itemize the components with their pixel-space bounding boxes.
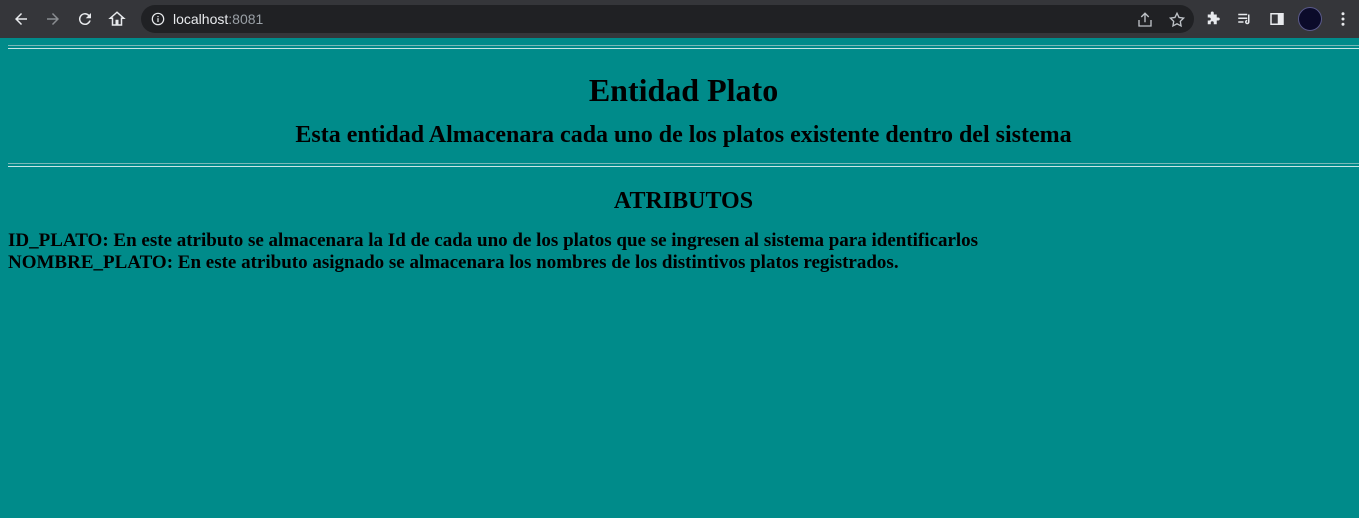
- extensions-area: [1197, 3, 1359, 35]
- divider-top: [8, 45, 1359, 49]
- reload-icon: [78, 13, 91, 26]
- side-panel-icon: [1270, 13, 1284, 25]
- arrow-left-icon: [15, 13, 27, 25]
- forward-button[interactable]: [37, 3, 69, 35]
- page-title: Entidad Plato: [588, 72, 779, 108]
- home-icon: [108, 11, 126, 26]
- info-icon[interactable]: [151, 12, 165, 26]
- section-title: ATRIBUTOS: [613, 188, 754, 214]
- url-text[interactable]: localhost:8081: [165, 11, 263, 27]
- address-bar[interactable]: localhost:8081: [141, 5, 1194, 33]
- star-icon: [1168, 11, 1186, 28]
- back-button[interactable]: [5, 3, 37, 35]
- extensions-button[interactable]: [1197, 3, 1229, 35]
- puzzle-icon: [1207, 11, 1220, 25]
- browser-toolbar: localhost:8081: [0, 0, 1359, 38]
- page-subtitle: Esta entidad Almacenara cada uno de los …: [295, 122, 1072, 148]
- reload-button[interactable]: [69, 3, 101, 35]
- side-panel-button[interactable]: [1261, 3, 1293, 35]
- page-content: Entidad Plato Esta entidad Almacenara ca…: [8, 38, 1359, 274]
- share-icon: [1138, 12, 1152, 27]
- profile-avatar[interactable]: [1298, 7, 1322, 31]
- attribute-id-plato: ID_PLATO: En este atributo se almacenara…: [8, 230, 979, 251]
- playlist-icon: [1238, 13, 1250, 25]
- attribute-list: ID_PLATO: En este atributo se almacenara…: [8, 230, 1359, 274]
- attribute-nombre-plato: NOMBRE_PLATO: En este atributo asignado …: [8, 252, 899, 273]
- url-port: :8081: [228, 11, 264, 27]
- url-host: localhost: [173, 11, 229, 27]
- arrow-right-icon: [47, 13, 59, 25]
- bookmark-button[interactable]: [1166, 9, 1188, 31]
- reading-list-button[interactable]: [1229, 3, 1261, 35]
- menu-button[interactable]: [1327, 3, 1359, 35]
- divider-bottom: [8, 163, 1359, 167]
- home-button[interactable]: [101, 3, 133, 35]
- share-button[interactable]: [1134, 9, 1156, 31]
- more-vertical-icon: [1341, 12, 1345, 26]
